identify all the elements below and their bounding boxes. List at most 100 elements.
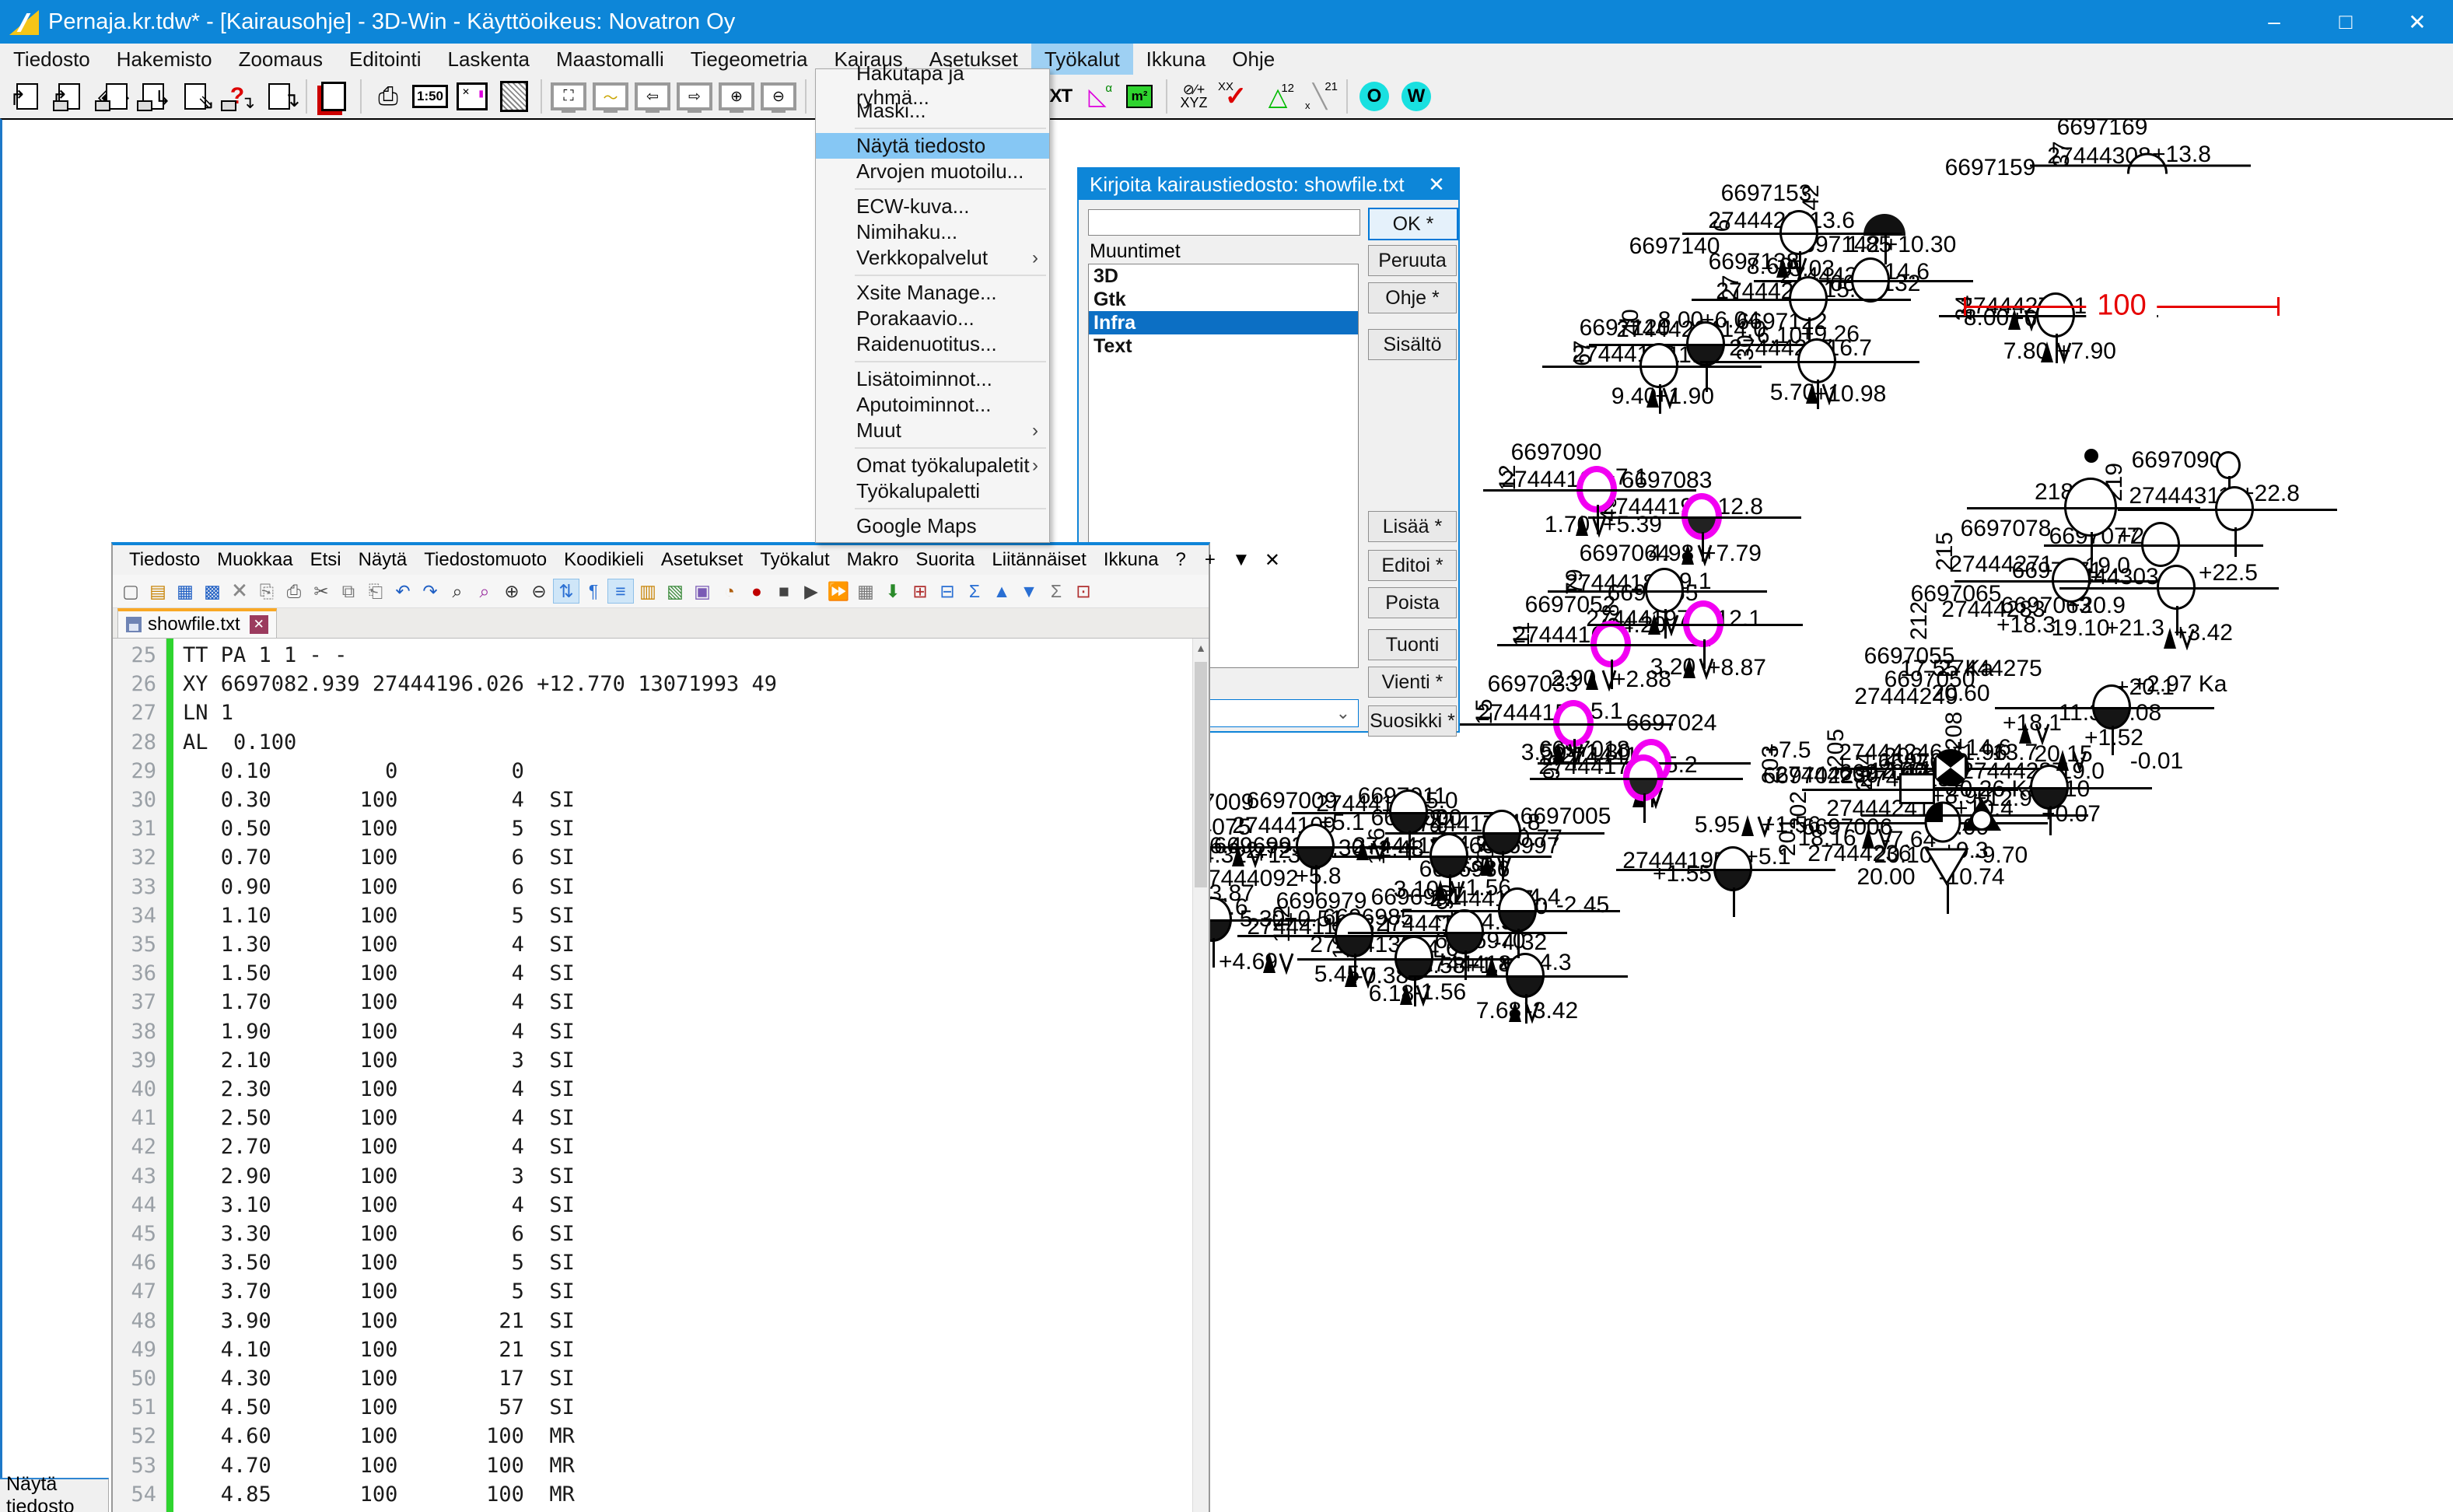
editor-menu-ikkuna[interactable]: Ikkuna <box>1095 549 1167 571</box>
menubar-item-zoomaus[interactable]: Zoomaus <box>226 44 336 75</box>
menu-item-aputoiminnot[interactable]: Aputoiminnot... <box>816 392 1049 418</box>
line-x21-button[interactable]: ╲21x <box>1299 77 1341 116</box>
tab-close-icon[interactable]: ✕ <box>250 615 268 634</box>
menu-item-ty-kalupaletti[interactable]: Työkalupaletti <box>816 478 1049 504</box>
editor-undo-icon[interactable]: ↶ <box>390 579 416 604</box>
xyz-plus-button[interactable]: ⊘∕+XYZ <box>1173 77 1215 116</box>
triangle-calc-button[interactable]: ◺α <box>1076 77 1118 116</box>
editor-menu-asetukset[interactable]: Asetukset <box>653 549 751 571</box>
write-file-button[interactable]: ↳ <box>132 77 174 116</box>
editor-content[interactable]: 25TT PA 1 1 - -26XY 6697082.939 27444196… <box>113 639 1209 1512</box>
dialog-button-poista[interactable]: Poista <box>1368 587 1457 618</box>
editor-redo-icon[interactable]: ↷ <box>417 579 443 604</box>
menubar-item-tiegeometria[interactable]: Tiegeometria <box>677 44 821 75</box>
editor-close-icon[interactable]: ✕ <box>1257 549 1288 572</box>
dialog-button-sis-lt[interactable]: Sisältö <box>1368 329 1457 360</box>
editor-menu-koodikieli[interactable]: Koodikieli <box>555 549 653 571</box>
editor-folder-panel-icon[interactable]: ▣ <box>689 579 716 604</box>
editor-paste-icon[interactable]: ⎗ <box>362 579 389 604</box>
editor-tab-list-icon[interactable]: ▼ <box>1226 549 1257 571</box>
menubar-item-ikkuna[interactable]: Ikkuna <box>1133 44 1220 75</box>
muuntimet-option-3d[interactable]: 3D <box>1089 264 1358 288</box>
read-multi-button[interactable]: ◈◈ <box>90 77 132 116</box>
triangle-12-button[interactable]: △12 <box>1257 77 1299 116</box>
dialog-button-lis[interactable]: Lisää * <box>1368 511 1457 542</box>
dialog-button-ohje[interactable]: Ohje * <box>1368 282 1457 313</box>
zoom-in-button[interactable]: ⊕ <box>716 77 758 116</box>
editor-macro-record-icon[interactable]: ● <box>744 579 770 604</box>
minimize-button[interactable]: – <box>2238 0 2310 44</box>
editor-menu-n-yt[interactable]: Näytä <box>350 549 416 571</box>
menubar-item-editointi[interactable]: Editointi <box>336 44 435 75</box>
editor-copy-icon[interactable]: ⧉ <box>335 579 362 604</box>
fit-screen-button[interactable]: ⛶ <box>548 77 590 116</box>
editor-ext-4-icon[interactable]: Σ <box>961 579 988 604</box>
menu-item-omat-ty-kalupaletit[interactable]: Omat työkalupaletit› <box>816 453 1049 478</box>
editor-ext-7-icon[interactable]: Σ <box>1043 579 1069 604</box>
tab-showfile[interactable]: showfile.txt ✕ <box>117 608 277 638</box>
editor-doc-map-icon[interactable]: ▥ <box>635 579 661 604</box>
close-button[interactable]: ✕ <box>2381 0 2453 44</box>
editor-find-icon[interactable]: ⌕ <box>444 579 471 604</box>
editor-word-wrap-icon[interactable]: ≡ <box>607 579 634 604</box>
editor-macro-stop-icon[interactable]: ■ <box>771 579 797 604</box>
editor-menu-etsi[interactable]: Etsi <box>302 549 350 571</box>
editor-open-file-icon[interactable]: ▤ <box>145 579 171 604</box>
editor-close-file-icon[interactable]: 🗙 <box>226 579 253 604</box>
dialog-title-bar[interactable]: Kirjoita kairaustiedosto: showfile.txt ✕ <box>1079 169 1458 200</box>
menu-item-lis-toiminnot[interactable]: Lisätoiminnot... <box>816 366 1049 392</box>
export-file-button[interactable]: ↴ <box>258 77 300 116</box>
zoom-out-button[interactable]: ⊖ <box>758 77 800 116</box>
scroll-up-icon[interactable]: ▲ <box>1193 639 1209 657</box>
print-button[interactable]: ⎙ <box>367 77 409 116</box>
editor-ext-2-icon[interactable]: ⊞ <box>907 579 933 604</box>
area-m2-button[interactable]: m² <box>1118 77 1160 116</box>
editor-save-all-icon[interactable]: ▩ <box>199 579 226 604</box>
editor-new-tab-icon[interactable]: + <box>1195 549 1226 571</box>
editor-ext-6-icon[interactable]: ▼ <box>1016 579 1042 604</box>
editor-menu-tiedostomuoto[interactable]: Tiedostomuoto <box>415 549 555 571</box>
menu-item-arvojen-muotoilu[interactable]: Arvojen muotoilu... <box>816 159 1049 184</box>
muuntimet-option-infra[interactable]: Infra <box>1089 311 1358 334</box>
hatch-page-button[interactable] <box>493 77 535 116</box>
page-setup-button[interactable]: ✕▮ <box>451 77 493 116</box>
w-tool-button[interactable]: W <box>1395 77 1437 116</box>
read-file-button[interactable]: ↱ <box>6 77 48 116</box>
menu-item-xsite-manage[interactable]: Xsite Manage... <box>816 280 1049 306</box>
o-tool-button[interactable]: O <box>1353 77 1395 116</box>
editor-new-file-icon[interactable]: ▢ <box>117 579 144 604</box>
dialog-button-editoi[interactable]: Editoi * <box>1368 550 1457 581</box>
menubar-item-ohje[interactable]: Ohje <box>1219 44 1288 75</box>
menubar-item-tiedosto[interactable]: Tiedosto <box>0 44 103 75</box>
copy-file-button[interactable]: ⇘ <box>174 77 216 116</box>
editor-menu-liit-nn-iset[interactable]: Liitännäiset <box>983 549 1094 571</box>
muuntimet-option-text[interactable]: Text <box>1089 334 1358 358</box>
dialog-button-suosikki[interactable]: Suosikki * <box>1368 705 1457 737</box>
menu-item-ecw-kuva[interactable]: ECW-kuva... <box>816 194 1049 219</box>
save-red-button[interactable] <box>313 77 355 116</box>
menu-item-muut[interactable]: Muut› <box>816 418 1049 443</box>
editor-ext-8-icon[interactable]: ⊡ <box>1070 579 1097 604</box>
menubar-item-maastomalli[interactable]: Maastomalli <box>543 44 677 75</box>
editor-menu-[interactable]: ? <box>1167 549 1195 571</box>
menu-item-hakutapa-ja-ryhm[interactable]: Hakutapa ja ryhmä... <box>816 72 1049 98</box>
editor-close-all-icon[interactable]: ⎘ <box>254 579 280 604</box>
menu-item-n-yt-tiedosto[interactable]: Näytä tiedosto <box>816 133 1049 159</box>
editor-ext-1-icon[interactable]: ⬇ <box>880 579 906 604</box>
read-file-box-button[interactable]: ↱ <box>48 77 90 116</box>
menu-item-porakaavio[interactable]: Porakaavio... <box>816 306 1049 331</box>
dialog-close-icon[interactable]: ✕ <box>1415 173 1458 197</box>
menu-item-verkkopalvelut[interactable]: Verkkopalvelut› <box>816 245 1049 271</box>
help-file-button[interactable]: ?↴ <box>216 77 258 116</box>
draw-pen-button[interactable]: 〜 <box>590 77 632 116</box>
pan-left-button[interactable]: ⇦ <box>632 77 674 116</box>
dialog-button-vienti[interactable]: Vienti * <box>1368 667 1457 698</box>
dialog-button-peruuta[interactable]: Peruuta <box>1368 245 1457 276</box>
menubar-item-hakemisto[interactable]: Hakemisto <box>103 44 226 75</box>
editor-menu-tiedosto[interactable]: Tiedosto <box>121 549 208 571</box>
editor-print-icon[interactable]: ⎙ <box>281 579 307 604</box>
pan-right-button[interactable]: ⇨ <box>674 77 716 116</box>
filename-input[interactable] <box>1088 209 1360 236</box>
maximize-button[interactable]: □ <box>2310 0 2381 44</box>
editor-scrollbar[interactable]: ▲ <box>1192 639 1209 1512</box>
